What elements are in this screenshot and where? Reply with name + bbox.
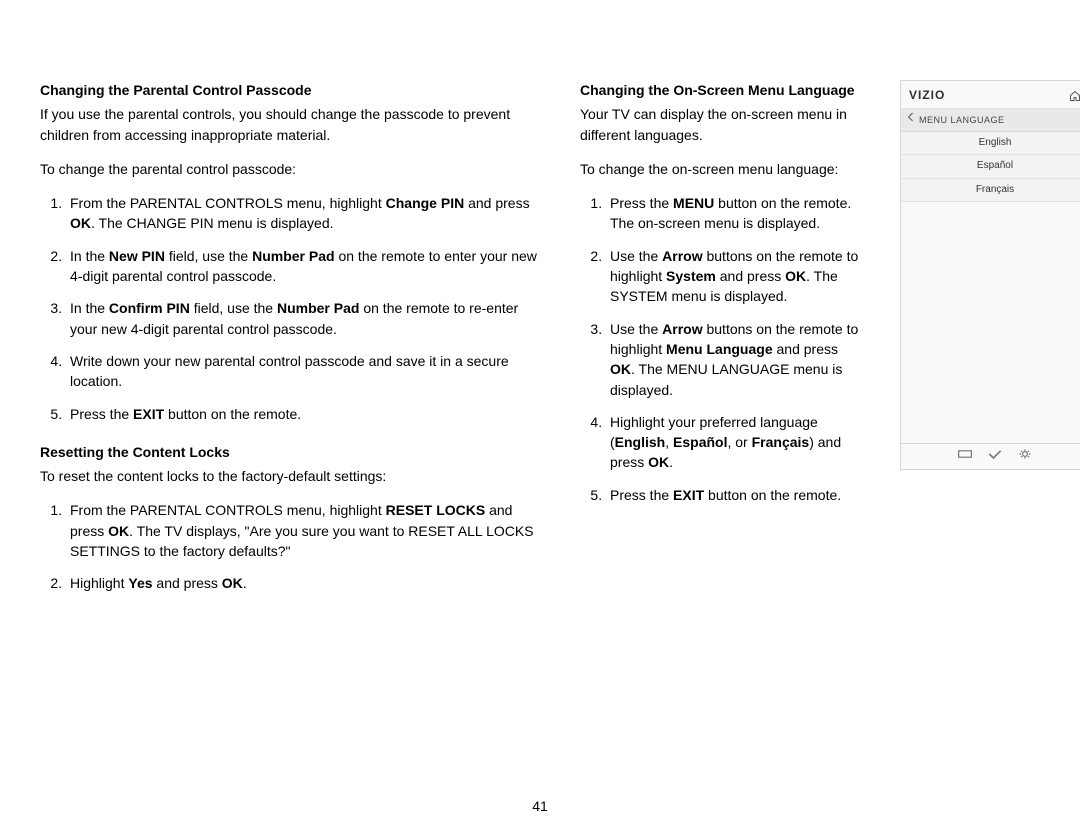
- heading-reset-locks: Resetting the Content Locks: [40, 442, 540, 462]
- para-passcode-lead: To change the parental control passcode:: [40, 159, 540, 179]
- check-icon: [987, 448, 1003, 466]
- menu-language-steps: Press the MENU button on the remote. The…: [580, 193, 860, 505]
- step: Use the Arrow buttons on the remote to h…: [606, 319, 860, 400]
- step: From the PARENTAL CONTROLS menu, highlig…: [66, 500, 540, 561]
- para-passcode-intro: If you use the parental controls, you sh…: [40, 104, 540, 145]
- para-reset-lead: To reset the content locks to the factor…: [40, 466, 540, 486]
- para-ml-lead: To change the on-screen menu language:: [580, 159, 860, 179]
- tv-header-text: MENU LANGUAGE: [919, 114, 1005, 127]
- step: Press the EXIT button on the remote.: [66, 404, 540, 424]
- step: Highlight your preferred language (Engli…: [606, 412, 860, 473]
- step: From the PARENTAL CONTROLS menu, highlig…: [66, 193, 540, 234]
- tv-panel: VIZIO MENU LANGUAGE English Español Fran…: [900, 80, 1080, 470]
- heading-passcode: Changing the Parental Control Passcode: [40, 80, 540, 100]
- left-column: Changing the Parental Control Passcode I…: [40, 80, 540, 612]
- step: Press the EXIT button on the remote.: [606, 485, 860, 505]
- back-arrow-icon: [907, 112, 915, 128]
- tv-brand-label: VIZIO: [909, 87, 945, 104]
- tv-body-fill: [901, 202, 1080, 442]
- tv-menu-item: Français: [901, 179, 1080, 203]
- gear-icon: [1017, 448, 1033, 466]
- step: Write down your new parental control pas…: [66, 351, 540, 392]
- tv-menu-item: Español: [901, 155, 1080, 179]
- step: In the Confirm PIN field, use the Number…: [66, 298, 540, 339]
- reset-steps: From the PARENTAL CONTROLS menu, highlig…: [40, 500, 540, 593]
- page-number: 41: [0, 796, 1080, 816]
- tv-footer: [901, 443, 1080, 470]
- step: Highlight Yes and press OK.: [66, 573, 540, 593]
- tv-top-bar: VIZIO: [901, 81, 1080, 109]
- tv-menu-item: English: [901, 132, 1080, 156]
- step: In the New PIN field, use the Number Pad…: [66, 246, 540, 287]
- passcode-steps: From the PARENTAL CONTROLS menu, highlig…: [40, 193, 540, 424]
- home-icon: [1069, 90, 1080, 102]
- step: Press the MENU button on the remote. The…: [606, 193, 860, 234]
- middle-column: Changing the On-Screen Menu Language You…: [580, 80, 860, 612]
- tv-menu-header: MENU LANGUAGE: [901, 109, 1080, 132]
- para-ml-intro: Your TV can display the on-screen menu i…: [580, 104, 860, 145]
- heading-menu-language: Changing the On-Screen Menu Language: [580, 80, 860, 100]
- tv-menu-illustration: VIZIO MENU LANGUAGE English Español Fran…: [900, 80, 1080, 612]
- wide-icon: [957, 448, 973, 466]
- step: Use the Arrow buttons on the remote to h…: [606, 246, 860, 307]
